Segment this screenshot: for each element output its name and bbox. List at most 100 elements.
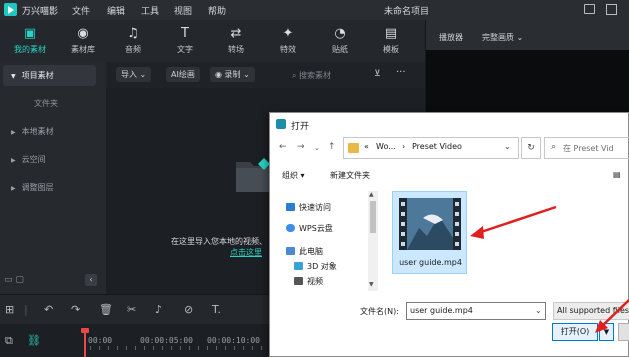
open-options-dropdown[interactable]: ▼: [599, 323, 614, 341]
chevron-down-icon[interactable]: ⌄: [535, 306, 542, 315]
media-icon: ▣: [23, 26, 37, 41]
music-icon: ♫: [127, 26, 139, 41]
tool-sticker[interactable]: ◔ 贴纸: [322, 26, 358, 55]
playhead[interactable]: [84, 330, 86, 357]
chevron-right-icon: ▶: [11, 185, 16, 192]
sidebar-item-folder[interactable]: 文件夹: [34, 98, 58, 109]
sidebar-item-cloud[interactable]: ▶ 云空间: [3, 149, 96, 170]
audio-split-icon[interactable]: ♪: [155, 303, 162, 316]
time-marker: 00:00: [88, 336, 113, 345]
sticker-icon: ◔: [334, 26, 346, 41]
breadcrumb-overflow[interactable]: «: [364, 142, 369, 151]
menu-edit[interactable]: 编辑: [107, 4, 125, 17]
tool-library[interactable]: ◉ 素材库: [65, 26, 101, 55]
grid-icon[interactable]: ⊞: [5, 303, 14, 316]
breadcrumb-separator: ›: [402, 142, 406, 151]
dialog-title: 打开: [291, 122, 310, 132]
filename-label: 文件名(N):: [360, 307, 399, 316]
nav-quick-access[interactable]: 快速访问: [286, 202, 331, 213]
left-panel: ▼ 项目素材 文件夹 ▶ 本地素材 ▶ 云空间 ▶ 调整图层 ▭ ▢ ‹: [0, 62, 106, 294]
new-folder-button[interactable]: 新建文件夹: [330, 170, 370, 181]
file-name: user guide.mp4: [399, 258, 462, 267]
tool-template[interactable]: ▤ 模板: [373, 26, 409, 55]
library-icon: ◉: [77, 26, 89, 41]
view-options-icon[interactable]: ▤: [613, 170, 621, 179]
dialog-nav-pane: 快速访问 WPS云盘 此电脑 3D 对象 视频: [270, 186, 378, 296]
empty-state-text: 在这里导入您本地的视频、: [171, 237, 267, 246]
forward-icon[interactable]: →: [297, 142, 305, 152]
3d-objects-icon: [294, 262, 303, 270]
menu-file[interactable]: 文件: [72, 4, 90, 17]
star-icon: [286, 203, 295, 211]
dialog-search-input[interactable]: ⌕ 在 Preset Vid: [544, 137, 629, 159]
chevron-down-icon[interactable]: ⌄: [504, 142, 511, 151]
document-title: 未命名项目: [384, 7, 430, 17]
scroll-up-icon[interactable]: ▲: [369, 191, 374, 198]
redo-icon[interactable]: ↷: [71, 303, 80, 316]
collapse-panel-button[interactable]: ‹: [85, 274, 97, 286]
breadcrumb-item[interactable]: Wo...: [376, 142, 396, 151]
nav-videos[interactable]: 视频: [294, 276, 323, 287]
tool-effects[interactable]: ✦ 特效: [270, 26, 306, 55]
tool-my-media[interactable]: ▣ 我的素材: [12, 26, 48, 55]
sidebar-item-project-media[interactable]: ▼ 项目素材: [3, 65, 96, 86]
up-icon[interactable]: ↑: [328, 142, 336, 152]
delete-icon[interactable]: 🗑: [99, 303, 113, 316]
sidebar-item-adjust-layer[interactable]: ▶ 调整图层: [3, 177, 96, 198]
folder-actions-icon[interactable]: ▭ ▢: [4, 275, 24, 285]
cloud-icon: [286, 224, 295, 232]
scrollbar-thumb[interactable]: [370, 201, 376, 233]
app-logo-icon: [4, 3, 17, 16]
add-track-icon[interactable]: ⧉: [5, 334, 13, 348]
chevron-down-icon: ▼: [11, 73, 16, 80]
undo-icon[interactable]: ↶: [44, 303, 53, 316]
filter-icon[interactable]: ⊻: [374, 69, 381, 79]
computer-icon: [286, 247, 295, 255]
back-icon[interactable]: ←: [279, 142, 287, 152]
menu-tools[interactable]: 工具: [141, 4, 159, 17]
time-marker: 00:00:05:00: [140, 336, 193, 345]
player-header: 播放器 完整画质 ⌄: [425, 20, 629, 50]
nav-wps-cloud[interactable]: WPS云盘: [286, 223, 333, 234]
file-type-filter[interactable]: All supported files: [553, 302, 629, 320]
filename-input[interactable]: user guide.mp4 ⌄: [406, 302, 546, 320]
refresh-button[interactable]: ↻: [521, 137, 541, 159]
organize-menu[interactable]: 组织 ▾: [282, 170, 305, 181]
cancel-button[interactable]: [618, 323, 629, 341]
sidebar-item-local-media[interactable]: ▶ 本地素材: [3, 121, 96, 142]
more-icon[interactable]: ···: [396, 67, 406, 78]
player-label: 播放器: [439, 33, 463, 42]
chevron-right-icon: ▶: [11, 129, 16, 136]
record-dropdown[interactable]: ◉ 录制 ⌄: [210, 67, 255, 82]
menu-view[interactable]: 视图: [174, 4, 192, 17]
save-icon[interactable]: [584, 4, 595, 14]
media-search-input[interactable]: ⌕ 搜索素材: [292, 70, 331, 81]
address-bar[interactable]: « Wo... › Preset Video ⌄: [343, 137, 519, 159]
transition-icon: ⇄: [230, 26, 242, 41]
open-button[interactable]: 打开(O): [552, 323, 598, 341]
nav-this-pc[interactable]: 此电脑: [286, 246, 323, 257]
breadcrumb-item[interactable]: Preset Video: [412, 142, 462, 151]
link-icon[interactable]: ⛓: [27, 334, 41, 347]
ai-paint-button[interactable]: AI绘画: [166, 67, 200, 82]
ruler-ticks: [90, 346, 270, 350]
tool-audio[interactable]: ♫ 音频: [115, 26, 151, 55]
text-tool-icon[interactable]: T.: [212, 303, 221, 316]
tool-text[interactable]: T 文字: [167, 26, 203, 55]
window-layout-icon[interactable]: [606, 4, 617, 15]
nav-3d-objects[interactable]: 3D 对象: [294, 261, 337, 272]
menu-help[interactable]: 帮助: [208, 4, 226, 17]
file-item-user-guide[interactable]: user guide.mp4: [392, 191, 467, 274]
cut-icon[interactable]: ✂: [127, 303, 136, 316]
recent-dropdown-icon[interactable]: ⌄: [314, 144, 320, 152]
chevron-right-icon: ▶: [11, 157, 16, 164]
nav-scrollbar[interactable]: ▲ ▼: [368, 191, 378, 291]
tool-transition[interactable]: ⇄ 转场: [218, 26, 254, 55]
disable-icon[interactable]: ⊘: [184, 303, 193, 316]
scroll-down-icon[interactable]: ▼: [369, 281, 374, 288]
quality-dropdown[interactable]: 完整画质 ⌄: [482, 32, 523, 43]
dialog-command-bar: 组织 ▾ 新建文件夹 ▤: [270, 166, 629, 186]
folder-icon: [348, 143, 359, 153]
import-dropdown[interactable]: 导入 ⌄: [116, 67, 152, 82]
import-link[interactable]: 点击这里: [230, 247, 262, 258]
